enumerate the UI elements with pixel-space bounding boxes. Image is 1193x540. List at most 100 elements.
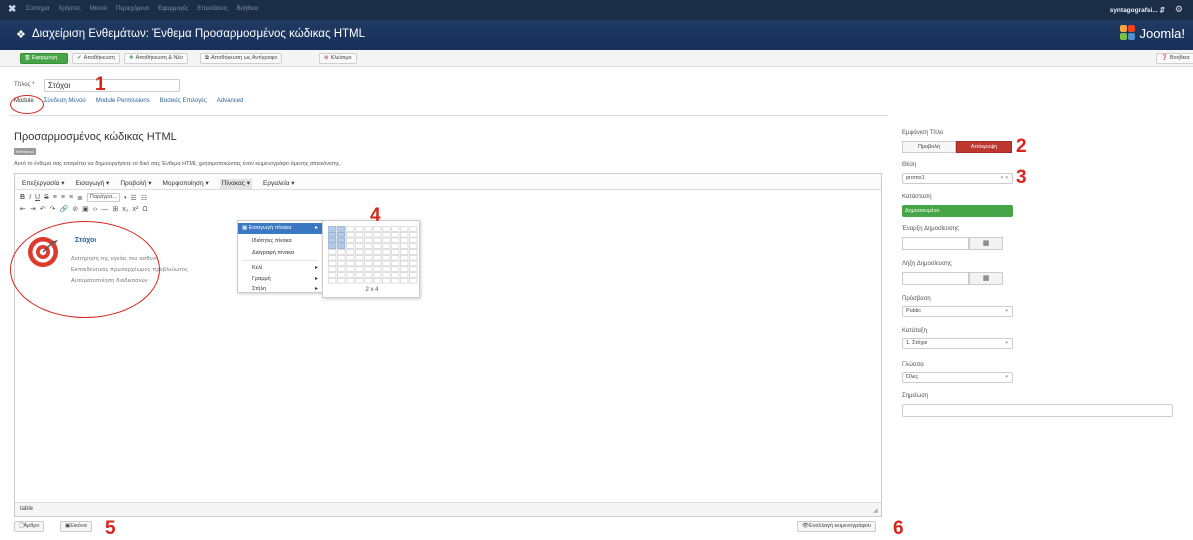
close-button[interactable]: ⊗ Κλείσιμο [319, 53, 357, 64]
grid-cell[interactable] [409, 278, 418, 284]
grid-cell[interactable] [409, 237, 418, 244]
grid-cell[interactable] [409, 231, 418, 238]
grid-cell[interactable] [328, 260, 337, 267]
table-icon[interactable]: ⊞ [112, 205, 118, 213]
unlink-icon[interactable]: ⊘ [72, 205, 78, 213]
grid-cell[interactable] [373, 272, 382, 278]
grid-cell[interactable] [409, 266, 418, 272]
hr-icon[interactable]: — [101, 206, 108, 213]
grid-cell[interactable] [355, 231, 364, 238]
image-button[interactable]: ▣Εικόνα [60, 521, 92, 532]
grid-cell[interactable] [328, 237, 337, 244]
grid-cell[interactable] [337, 272, 346, 278]
grid-cell[interactable] [391, 231, 400, 238]
grid-cell[interactable] [409, 249, 418, 255]
note-input[interactable] [902, 404, 1173, 417]
grid-cell[interactable] [346, 231, 355, 238]
article-button[interactable]: 🗋Άρθρο [14, 521, 45, 532]
element-path[interactable]: table [20, 506, 33, 512]
grid-cell[interactable] [373, 254, 382, 261]
italic-icon[interactable]: I [29, 194, 31, 201]
show-title-hide-button[interactable]: Απόκρυψη [956, 141, 1012, 153]
menu-insert-table[interactable]: ▦ Εισαγωγή πίνακα ▸ [238, 223, 322, 234]
menu-content[interactable]: Περιεχόμενο [116, 6, 149, 12]
subscript-icon[interactable]: x₂ [122, 206, 128, 213]
grid-cell[interactable] [400, 272, 409, 278]
grid-cell[interactable] [382, 226, 391, 232]
grid-cell[interactable] [400, 237, 409, 244]
grid-cell[interactable] [391, 254, 400, 261]
underline-icon[interactable]: U [35, 194, 40, 201]
align-right-icon[interactable]: ≡ [69, 194, 73, 201]
grid-cell[interactable] [364, 249, 373, 255]
grid-cell[interactable] [337, 237, 346, 244]
grid-cell[interactable] [382, 266, 391, 272]
grid-cell[interactable] [373, 231, 382, 238]
grid-cell[interactable] [364, 272, 373, 278]
grid-cell[interactable] [346, 237, 355, 244]
bullet-list-icon[interactable]: ☰ [131, 194, 137, 202]
grid-cell[interactable] [355, 272, 364, 278]
calendar-icon[interactable]: ▦ [969, 237, 1003, 250]
grid-cell[interactable] [373, 249, 382, 255]
language-select[interactable]: Όλες ▾ [902, 372, 1013, 383]
tab-module-permissions[interactable]: Module Permissions [96, 98, 150, 104]
tab-basic-options[interactable]: Βασικές Επιλογές [160, 98, 207, 104]
grid-cell[interactable] [328, 231, 337, 238]
menu-insert[interactable]: Εισαγωγή ▾ [76, 179, 110, 189]
grid-cell[interactable] [346, 278, 355, 284]
grid-cell[interactable] [382, 249, 391, 255]
code-icon[interactable]: ‹› [93, 206, 98, 213]
grid-cell[interactable] [391, 272, 400, 278]
grid-cell[interactable] [364, 231, 373, 238]
chevron-down-icon[interactable]: ▾ [124, 195, 127, 201]
user-menu[interactable]: syntagografsi... ⇵ [1110, 6, 1165, 14]
grid-cell[interactable] [382, 260, 391, 267]
grid-cell[interactable] [382, 254, 391, 261]
toggle-editor-button[interactable]: 👁Εναλλαγή κειμενογράφου [797, 521, 877, 532]
menu-view[interactable]: Προβολή ▾ [120, 179, 151, 189]
save-new-button[interactable]: ✚ Αποθήκευση & Νέο [124, 53, 189, 64]
grid-cell[interactable] [400, 243, 409, 249]
grid-cell[interactable] [409, 260, 418, 267]
omega-icon[interactable]: Ω [142, 206, 147, 213]
access-select[interactable]: Public ▾ [902, 306, 1013, 317]
outdent-icon[interactable]: ⇤ [20, 205, 26, 213]
grid-cell[interactable] [337, 260, 346, 267]
grid-cell[interactable] [391, 249, 400, 255]
menu-edit[interactable]: Επεξεργασία ▾ [22, 179, 65, 189]
grid-cell[interactable] [337, 266, 346, 272]
align-center-icon[interactable]: ≡ [61, 194, 65, 201]
grid-cell[interactable] [391, 278, 400, 284]
grid-cell[interactable] [400, 278, 409, 284]
ordering-select[interactable]: 1. Στόχοι ▾ [902, 338, 1013, 349]
apply-button[interactable]: 🖫 Εφαρμογή [20, 53, 68, 64]
tab-menu-assignment[interactable]: Σύνδεση Μενού [44, 98, 86, 104]
grid-cell[interactable] [337, 243, 346, 249]
grid-cell[interactable] [364, 266, 373, 272]
menu-table[interactable]: Πίνακας ▾ [219, 179, 253, 189]
grid-cell[interactable] [328, 278, 337, 284]
grid-cell[interactable] [355, 237, 364, 244]
grid-cell[interactable] [409, 226, 418, 232]
gear-icon[interactable]: ⚙ [1175, 4, 1183, 15]
clear-chevron-icon[interactable]: ✕ ▾ [1000, 174, 1008, 183]
grid-cell[interactable] [346, 249, 355, 255]
grid-cell[interactable] [328, 272, 337, 278]
state-select[interactable]: Δημοσιευμένο [902, 205, 1013, 217]
grid-cell[interactable] [355, 243, 364, 249]
grid-cell[interactable] [382, 272, 391, 278]
grid-cell[interactable] [400, 249, 409, 255]
grid-cell[interactable] [391, 237, 400, 244]
grid-cell[interactable] [373, 278, 382, 284]
grid-cell[interactable] [364, 260, 373, 267]
grid-cell[interactable] [355, 266, 364, 272]
menu-tools[interactable]: Εργαλεία ▾ [263, 179, 294, 189]
image-icon[interactable]: ▣ [82, 205, 89, 213]
grid-cell[interactable] [337, 231, 346, 238]
superscript-icon[interactable]: x² [132, 206, 138, 213]
align-left-icon[interactable]: ≡ [53, 194, 57, 201]
grid-cell[interactable] [355, 249, 364, 255]
grid-cell[interactable] [364, 278, 373, 284]
grid-cell[interactable] [373, 237, 382, 244]
